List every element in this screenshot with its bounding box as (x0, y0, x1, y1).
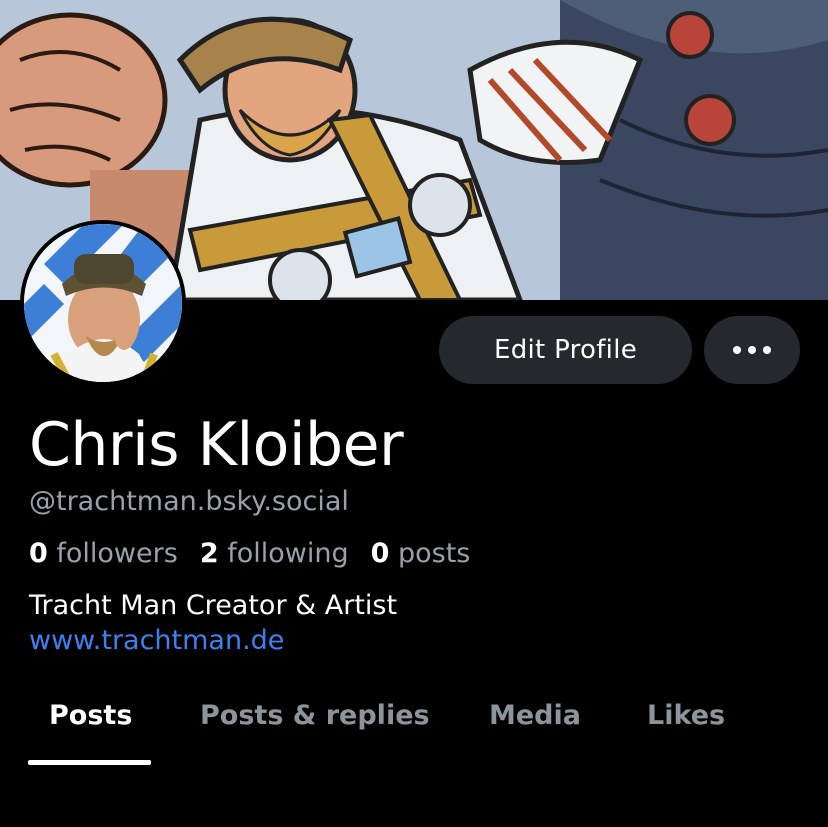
ellipsis-icon (748, 346, 756, 354)
profile-bio: Tracht Man Creator & Artist (29, 590, 398, 621)
website-link[interactable]: www.trachtman.de (29, 625, 284, 656)
followers-label: followers (56, 538, 178, 569)
user-handle: @trachtman.bsky.social (29, 486, 349, 517)
profile-tabs: Posts Posts & replies Media Likes (0, 690, 828, 770)
followers-count: 0 (29, 538, 48, 569)
followers-stat[interactable]: 0 followers (29, 538, 178, 569)
avatar[interactable] (20, 220, 186, 386)
tab-likes[interactable]: Likes (647, 700, 725, 731)
edit-profile-button[interactable]: Edit Profile (439, 316, 692, 384)
ellipsis-icon (733, 346, 741, 354)
following-count: 2 (199, 538, 219, 569)
ellipsis-icon (763, 346, 771, 354)
tab-posts-replies[interactable]: Posts & replies (200, 700, 430, 731)
posts-label: posts (397, 538, 471, 569)
tab-media[interactable]: Media (489, 700, 581, 731)
active-tab-indicator (28, 760, 151, 765)
more-options-button[interactable] (704, 316, 800, 384)
tab-posts[interactable]: Posts (49, 700, 132, 731)
profile-stats: 0 followers 2 following 0 posts (29, 538, 470, 569)
following-stat[interactable]: 2 following (200, 538, 349, 569)
following-label: following (227, 538, 349, 569)
posts-stat: 0 posts (371, 538, 471, 569)
posts-count: 0 (370, 538, 390, 569)
display-name: Chris Kloiber (29, 410, 404, 480)
